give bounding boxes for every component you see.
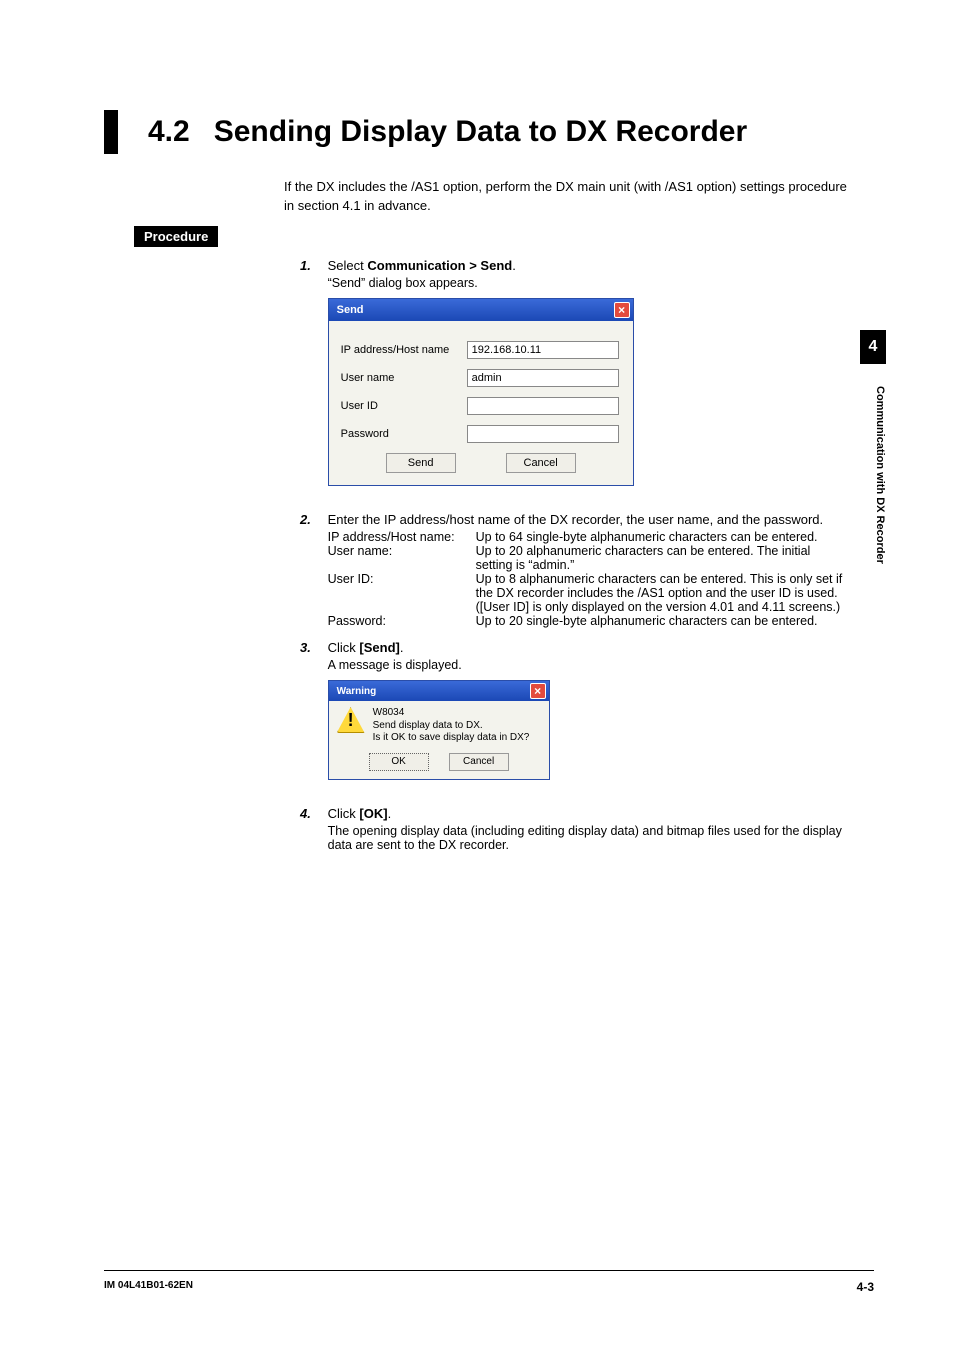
step-number: 3. bbox=[300, 640, 324, 655]
step1-text-bold: Communication > Send bbox=[367, 258, 512, 273]
def-ip-desc: Up to 64 single-byte alphanumeric charac… bbox=[476, 530, 848, 544]
step-3: 3. Click [Send]. A message is displayed.… bbox=[300, 640, 854, 794]
step3-sub: A message is displayed. bbox=[328, 658, 848, 672]
step1-text-c: . bbox=[512, 258, 516, 273]
intro-text: If the DX includes the /AS1 option, perf… bbox=[284, 178, 854, 216]
step1-sub: “Send” dialog box appears. bbox=[328, 276, 848, 290]
send-button[interactable]: Send bbox=[386, 453, 456, 473]
chapter-label: Communication with DX Recorder bbox=[860, 380, 886, 564]
section-heading: 4.2 Sending Display Data to DX Recorder bbox=[104, 110, 854, 154]
userid-input[interactable] bbox=[467, 397, 619, 415]
step-1: 1. Select Communication > Send. “Send” d… bbox=[300, 258, 854, 500]
step3-text-c: . bbox=[400, 640, 404, 655]
warning-icon: ! bbox=[337, 707, 365, 733]
chapter-tab: 4 bbox=[860, 330, 886, 364]
cancel-button[interactable]: Cancel bbox=[449, 753, 509, 771]
warning-line2: Is it OK to save display data in DX? bbox=[373, 732, 530, 745]
send-dialog-titlebar: Send × bbox=[329, 299, 633, 321]
def-userid-label: User ID: bbox=[328, 572, 476, 614]
step-number: 1. bbox=[300, 258, 324, 273]
send-dialog-title: Send bbox=[337, 304, 364, 316]
heading-marker bbox=[104, 110, 118, 154]
warning-code: W8034 bbox=[373, 707, 530, 720]
password-label: Password bbox=[341, 428, 467, 440]
close-icon[interactable]: × bbox=[614, 302, 630, 318]
close-icon[interactable]: × bbox=[530, 683, 546, 699]
userid-label: User ID bbox=[341, 400, 467, 412]
warning-line1: Send display data to DX. bbox=[373, 720, 530, 733]
step-number: 4. bbox=[300, 806, 324, 821]
step4-text-bold: [OK] bbox=[359, 806, 387, 821]
step2-text: Enter the IP address/host name of the DX… bbox=[328, 512, 848, 527]
password-input[interactable] bbox=[467, 425, 619, 443]
step3-text-a: Click bbox=[328, 640, 360, 655]
step1-text-a: Select bbox=[328, 258, 368, 273]
step4-text-c: . bbox=[388, 806, 392, 821]
step4-sub: The opening display data (including edit… bbox=[328, 824, 848, 852]
ip-label: IP address/Host name bbox=[341, 344, 467, 356]
warning-dialog: Warning × ! W8034 Send display data to D… bbox=[328, 680, 550, 780]
section-number: 4.2 bbox=[148, 115, 190, 149]
section-title: Sending Display Data to DX Recorder bbox=[214, 115, 747, 149]
def-username-label: User name: bbox=[328, 544, 476, 572]
def-ip-label: IP address/Host name: bbox=[328, 530, 476, 544]
warning-dialog-title: Warning bbox=[337, 686, 377, 697]
footer-divider bbox=[104, 1270, 874, 1271]
username-input[interactable] bbox=[467, 369, 619, 387]
step-number: 2. bbox=[300, 512, 324, 527]
footer-doc-id: IM 04L41B01-62EN bbox=[104, 1280, 193, 1291]
ip-input[interactable] bbox=[467, 341, 619, 359]
warning-dialog-titlebar: Warning × bbox=[329, 681, 549, 701]
footer-page-num: 4-3 bbox=[857, 1280, 874, 1294]
step-2: 2. Enter the IP address/host name of the… bbox=[300, 512, 854, 628]
def-username-desc: Up to 20 alphanumeric characters can be … bbox=[476, 544, 848, 572]
def-password-label: Password: bbox=[328, 614, 476, 628]
step3-text-bold: [Send] bbox=[359, 640, 399, 655]
username-label: User name bbox=[341, 372, 467, 384]
step4-text-a: Click bbox=[328, 806, 360, 821]
ok-button[interactable]: OK bbox=[369, 753, 429, 771]
step-4: 4. Click [OK]. The opening display data … bbox=[300, 806, 854, 855]
send-dialog: Send × IP address/Host name User name bbox=[328, 298, 634, 486]
def-userid-desc: Up to 8 alphanumeric characters can be e… bbox=[476, 572, 848, 614]
def-password-desc: Up to 20 single-byte alphanumeric charac… bbox=[476, 614, 848, 628]
procedure-label: Procedure bbox=[134, 226, 218, 247]
cancel-button[interactable]: Cancel bbox=[506, 453, 576, 473]
